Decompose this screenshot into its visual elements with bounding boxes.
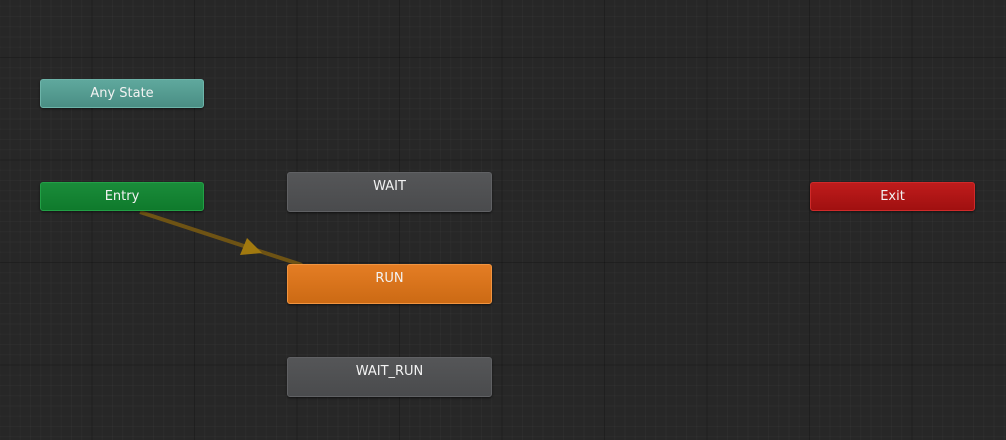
transitions-layer	[139, 210, 303, 267]
state-label-wait: WAIT	[373, 179, 406, 194]
exit-label: Exit	[880, 189, 905, 204]
animator-graph-canvas[interactable]: Any State Entry Exit WAIT RUN WAIT_RUN	[0, 0, 1006, 440]
transition-arrow-icon	[240, 238, 262, 255]
exit-node[interactable]: Exit	[810, 182, 975, 211]
state-node-run-default[interactable]: RUN	[287, 264, 492, 304]
state-label-wait-run: WAIT_RUN	[355, 364, 424, 379]
any-state-node[interactable]: Any State	[40, 79, 204, 108]
state-node-wait-run[interactable]: WAIT_RUN	[287, 357, 492, 397]
entry-label: Entry	[104, 189, 140, 204]
any-state-label: Any State	[90, 86, 154, 101]
transition-entry-to-run[interactable]	[139, 210, 303, 267]
state-label-run: RUN	[375, 271, 404, 286]
entry-node[interactable]: Entry	[40, 182, 204, 211]
state-node-wait[interactable]: WAIT	[287, 172, 492, 212]
